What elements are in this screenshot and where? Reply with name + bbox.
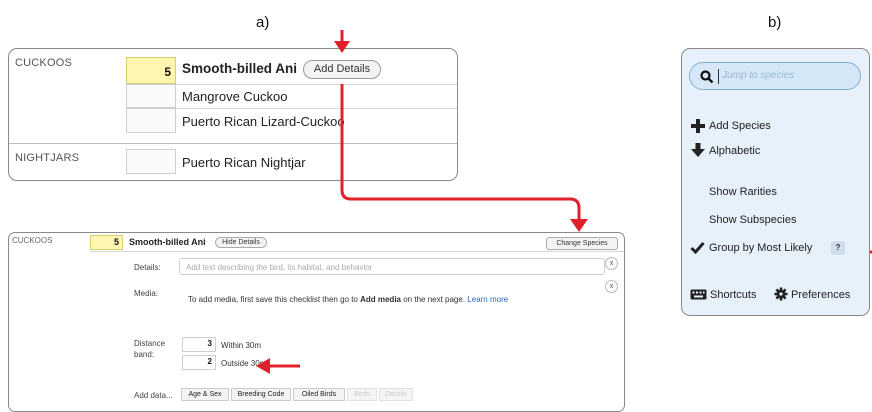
arrow-add-details-head [334, 41, 350, 53]
add-species-button[interactable]: Add Species [709, 120, 771, 132]
species-search[interactable]: Jump to species [689, 62, 861, 90]
preferences-button[interactable]: Preferences [791, 289, 850, 301]
show-subspecies-toggle[interactable]: Show Subspecies [709, 214, 796, 226]
search-icon [700, 70, 714, 84]
arrow-outside-30m-head [256, 358, 270, 374]
plus-icon [691, 119, 705, 133]
gear-icon [774, 287, 788, 301]
arrow-down-icon [691, 143, 705, 157]
connector-arrow-head [570, 219, 588, 232]
search-placeholder: Jump to species [722, 70, 795, 81]
alphabetic-sort-button[interactable]: Alphabetic [709, 145, 760, 157]
keyboard-icon [690, 289, 707, 300]
text-cursor [718, 69, 719, 84]
connector-arrow [340, 84, 581, 223]
show-rarities-toggle[interactable]: Show Rarities [709, 186, 777, 198]
checklist-sidebar: Jump to species Add Species Alphabetic S… [681, 48, 870, 316]
help-button[interactable]: ? [831, 241, 845, 255]
checkmark-icon [690, 242, 705, 254]
group-by-most-likely-toggle[interactable]: Group by Most Likely [709, 242, 812, 254]
shortcuts-button[interactable]: Shortcuts [710, 289, 756, 301]
